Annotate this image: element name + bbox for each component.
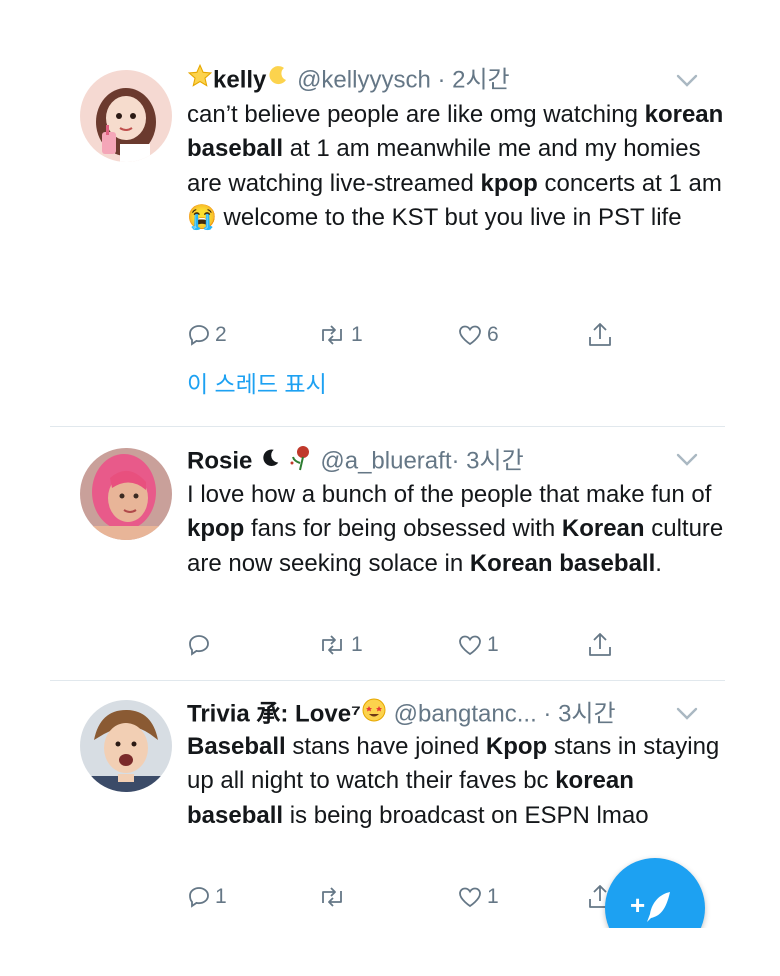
divider: [50, 680, 725, 681]
star-struck-emoji-icon: [361, 697, 387, 733]
tweet-header: kelly @kellyyysch · 2시간: [187, 63, 510, 97]
reply-button[interactable]: 2: [187, 318, 227, 352]
like-icon: [459, 887, 481, 908]
retweet-button[interactable]: 1: [317, 318, 363, 352]
timestamp[interactable]: · 3시간: [543, 700, 615, 727]
retweet-icon: [322, 887, 342, 907]
share-button[interactable]: [587, 318, 613, 352]
retweet-count: 1: [351, 633, 363, 656]
like-count: 6: [487, 323, 499, 346]
reply-icon: [189, 325, 209, 346]
retweet-button[interactable]: [317, 880, 351, 914]
show-thread-link[interactable]: 이 스레드 표시: [187, 365, 327, 399]
divider: [50, 426, 725, 427]
retweet-count: 1: [351, 323, 363, 346]
chevron-down-icon[interactable]: [674, 706, 700, 722]
like-icon: [459, 635, 481, 656]
retweet-icon: [322, 635, 342, 655]
tweet-header: Rosie @a_blueraft· 3시간: [187, 443, 524, 477]
reply-icon: [189, 887, 209, 908]
reply-icon: [189, 635, 209, 656]
action-bar: 2 1 6: [187, 318, 637, 352]
action-bar: 1 1: [187, 628, 637, 662]
chevron-down-icon[interactable]: [674, 452, 700, 468]
rose-icon: [288, 443, 314, 481]
retweet-button[interactable]: 1: [317, 628, 363, 662]
avatar-image: [80, 448, 172, 540]
like-count: 1: [487, 633, 499, 656]
display-name[interactable]: Rosie: [187, 447, 252, 474]
handle[interactable]: @bangtanc...: [394, 700, 537, 727]
retweet-icon: [322, 325, 342, 345]
crescent-moon-icon: [259, 445, 281, 479]
avatar-rosie[interactable]: [80, 448, 172, 540]
chevron-down-icon[interactable]: [674, 73, 700, 89]
reply-button[interactable]: [187, 628, 215, 662]
tweet-header: Trivia 承: Love⁷ @bangtanc... · 3시간: [187, 697, 616, 731]
reply-button[interactable]: 1: [187, 880, 227, 914]
handle[interactable]: @kellyyysch: [297, 66, 431, 93]
share-icon: [589, 323, 611, 346]
star-icon: [187, 63, 213, 99]
tweet-text: can’t believe people are like omg watchi…: [187, 101, 724, 232]
handle[interactable]: @a_blueraft: [320, 447, 451, 474]
tweet-text: I love how a bunch of the people that ma…: [187, 481, 724, 577]
share-button[interactable]: [587, 628, 613, 662]
reply-count: 1: [215, 885, 227, 908]
timestamp[interactable]: · 2시간: [437, 66, 509, 93]
timestamp[interactable]: · 3시간: [451, 447, 523, 474]
like-count: 1: [487, 885, 499, 908]
like-button[interactable]: 1: [457, 628, 499, 662]
crying-face-emoji: 😭: [187, 204, 217, 232]
like-icon: [459, 325, 481, 346]
action-bar: 1 1: [187, 880, 637, 914]
tweet-text: Baseball stans have joined Kpop stans in…: [187, 733, 720, 829]
avatar-image: [80, 700, 172, 792]
like-button[interactable]: 1: [457, 880, 499, 914]
share-icon: [589, 633, 611, 656]
bottom-edge: [0, 928, 780, 976]
display-name[interactable]: kelly: [213, 66, 266, 93]
crescent-moon-icon: [266, 64, 290, 98]
avatar-kelly[interactable]: [80, 70, 172, 162]
avatar-image: [80, 70, 172, 162]
like-button[interactable]: 6: [457, 318, 499, 352]
svg-text:+: +: [630, 890, 645, 920]
reply-count: 2: [215, 323, 227, 346]
display-name[interactable]: Trivia 承: Love⁷: [187, 700, 361, 727]
avatar-trivia[interactable]: [80, 700, 172, 792]
compose-feather-icon: +: [630, 890, 670, 922]
